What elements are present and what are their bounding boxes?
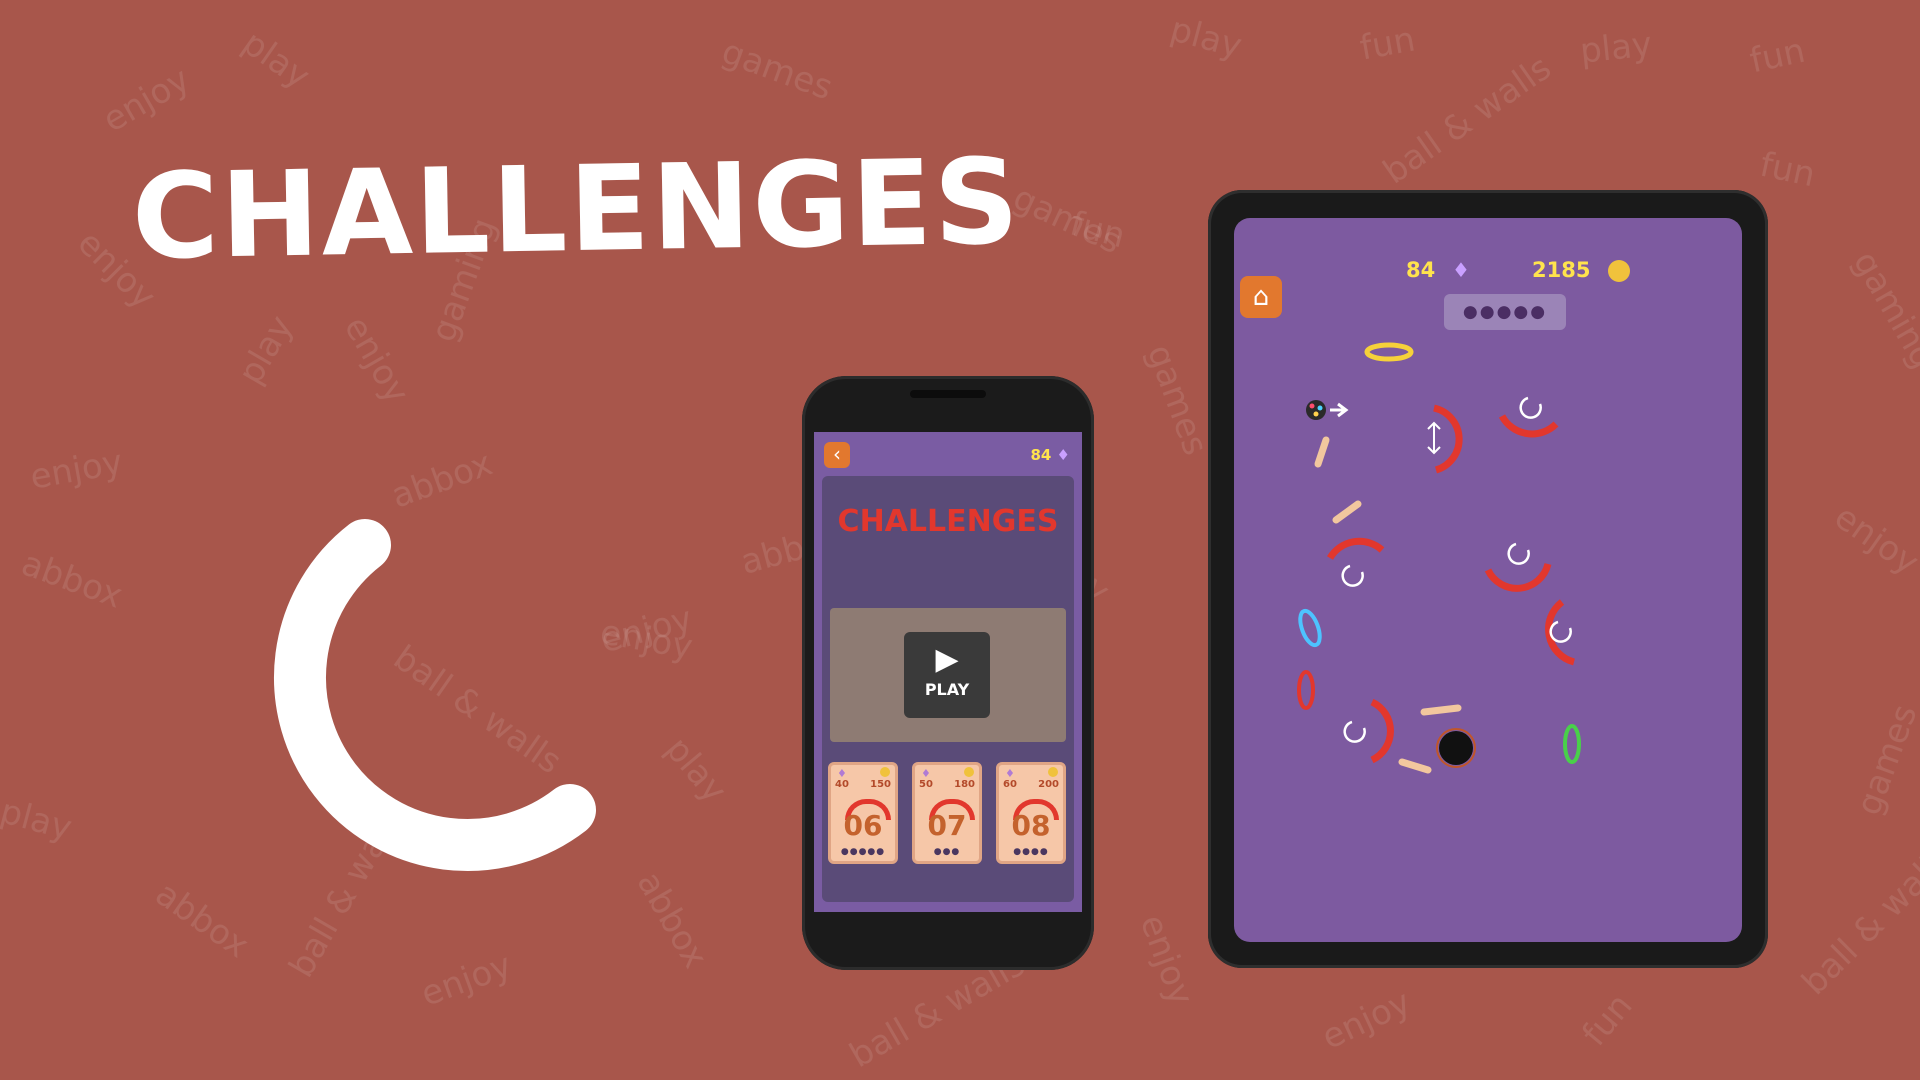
bg-word: ball & walls — [1376, 47, 1559, 193]
bg-word: fun — [1065, 203, 1130, 257]
bg-word: games — [1848, 699, 1920, 821]
bg-word: play — [657, 729, 735, 811]
bg-word: play — [1166, 9, 1246, 67]
stick — [1314, 436, 1330, 468]
play-label: PLAY — [924, 680, 970, 699]
tablet-mockup: ⌂ 84 ♦ 2185 ●●●●● — [1208, 190, 1768, 968]
card-level: 06 — [843, 809, 883, 842]
stick — [1398, 758, 1432, 774]
rotating-wall — [1326, 537, 1385, 560]
challenges-panel: CHALLENGES ▶ PLAY ♦ 40 150 06 ●●●●● ♦ 50… — [822, 476, 1074, 902]
game-logo-arc-icon — [274, 519, 596, 871]
play-button[interactable]: ▶ PLAY — [904, 632, 990, 718]
phone-screen: ‹ 84 ♦ CHALLENGES ▶ PLAY ♦ 40 150 06 ●●●… — [814, 432, 1082, 912]
bg-word: fun — [1356, 19, 1419, 69]
bg-word: enjoy — [96, 59, 197, 141]
rotating-wall — [1370, 698, 1394, 764]
rotating-wall — [1484, 562, 1552, 592]
card-gems: 40 — [835, 779, 849, 790]
coin-icon — [964, 767, 974, 777]
rotate-icon — [1549, 620, 1572, 643]
arrow-right-icon — [1330, 402, 1349, 418]
bg-word: games — [1138, 339, 1216, 461]
bg-word: play — [235, 22, 317, 98]
rotate-icon — [1343, 720, 1366, 743]
challenge-card[interactable]: ♦ 50 180 07 ●●● — [912, 762, 982, 864]
card-coins: 180 — [954, 779, 975, 790]
bg-word: play — [230, 308, 302, 392]
coin-icon — [1048, 767, 1058, 777]
stick — [1420, 704, 1462, 716]
coin-icon — [880, 767, 890, 777]
bg-word: enjoy — [415, 945, 517, 1015]
rotate-icon — [1507, 542, 1530, 565]
bg-word: play — [0, 791, 76, 849]
rotate-icon — [1341, 564, 1364, 587]
phone-notch — [910, 390, 986, 398]
card-gems: 60 — [1003, 779, 1017, 790]
blue-ring — [1298, 608, 1322, 648]
bg-word: enjoy — [1315, 982, 1417, 1058]
goal-hole — [1439, 731, 1473, 765]
bg-word: enjoy — [1826, 496, 1920, 584]
stick — [1332, 500, 1362, 524]
bg-word: games — [716, 31, 838, 109]
chevron-left-icon: ‹ — [833, 442, 841, 466]
halo-target — [1364, 342, 1414, 362]
rotate-icon — [1519, 396, 1542, 419]
bg-word: abbox — [628, 865, 716, 975]
rotating-wall — [1433, 404, 1463, 474]
challenge-cards: ♦ 40 150 06 ●●●●● ♦ 50 180 07 ●●● ♦ 60 2… — [828, 762, 1068, 868]
balls-icon: ●●●●● — [840, 847, 886, 857]
card-coins: 200 — [1038, 779, 1059, 790]
bg-word: enjoy — [335, 309, 417, 411]
tablet-game-screen: ⌂ 84 ♦ 2185 ●●●●● — [1234, 218, 1742, 942]
gem-counter: 84 ♦ — [1030, 446, 1070, 464]
bg-word: ball & walls — [1794, 837, 1920, 1003]
card-level: 08 — [1011, 809, 1051, 842]
gem-icon: ♦ — [1056, 446, 1070, 464]
game-board[interactable] — [1234, 218, 1742, 942]
bg-word: enjoy — [27, 442, 126, 498]
video-preview: ▶ PLAY — [830, 608, 1066, 742]
green-ring — [1563, 724, 1581, 764]
bg-word: fun — [1746, 30, 1809, 82]
red-ring — [1297, 670, 1315, 710]
bg-word: gaming — [1844, 244, 1920, 376]
up-down-icon — [1427, 421, 1441, 455]
back-button[interactable]: ‹ — [824, 442, 850, 468]
challenges-title: CHALLENGES — [837, 504, 1059, 539]
gem-count: 84 — [1030, 446, 1052, 464]
bg-word: fun — [1756, 144, 1819, 196]
bg-word: play — [1578, 24, 1654, 72]
card-level: 07 — [927, 809, 967, 842]
card-gems: 50 — [919, 779, 933, 790]
bg-word: abbox — [16, 543, 128, 617]
page-headline: CHALLENGES — [130, 132, 1023, 286]
phone-mockup: ‹ 84 ♦ CHALLENGES ▶ PLAY ♦ 40 150 06 ●●●… — [802, 376, 1094, 970]
play-icon: ▶ — [935, 642, 959, 677]
bg-word: fun — [1574, 986, 1641, 1054]
challenge-card[interactable]: ♦ 60 200 08 ●●●● — [996, 762, 1066, 864]
ball — [1306, 400, 1326, 420]
card-coins: 150 — [870, 779, 891, 790]
bg-word: enjoy — [1131, 909, 1202, 1011]
challenge-card[interactable]: ♦ 40 150 06 ●●●●● — [828, 762, 898, 864]
balls-icon: ●●●● — [1013, 847, 1049, 857]
balls-icon: ●●● — [933, 847, 961, 857]
